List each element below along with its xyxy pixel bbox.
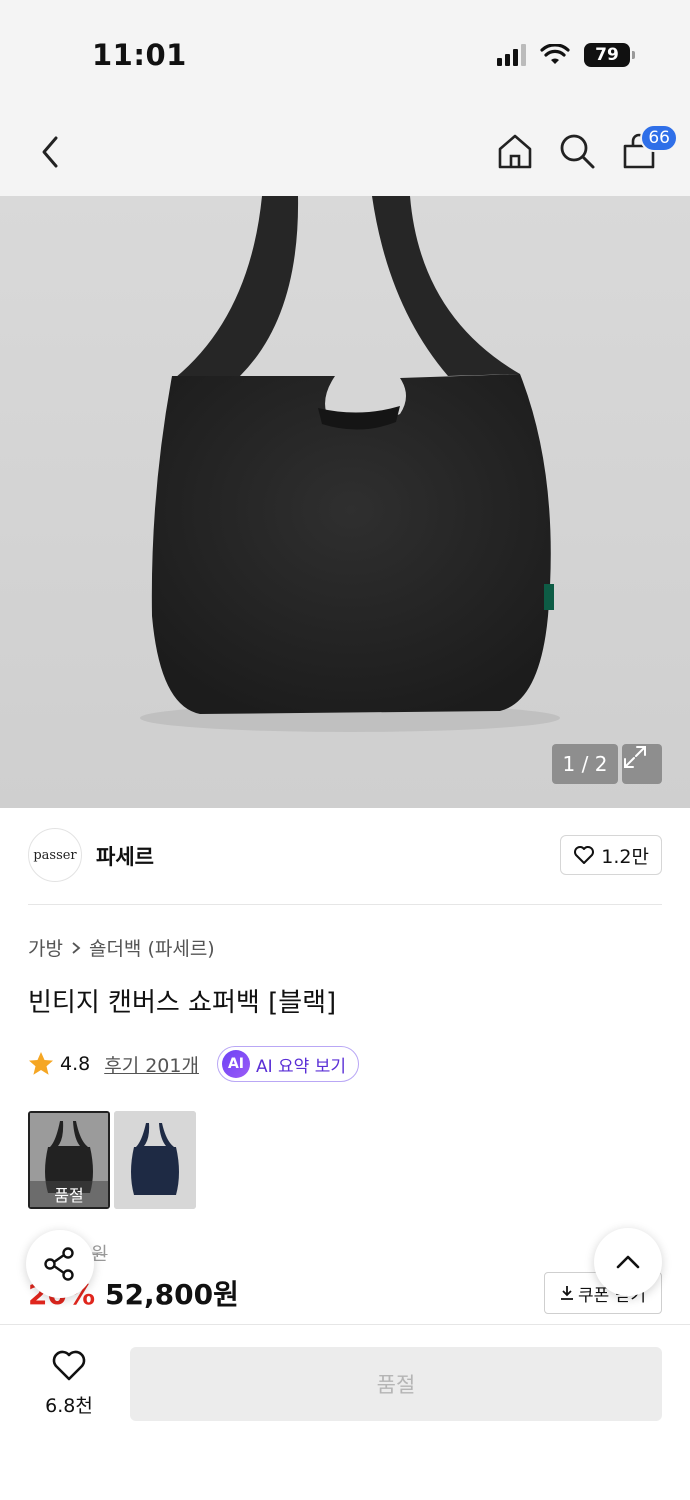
scroll-top-icon <box>616 1255 640 1269</box>
rating-row: 4.8 후기 201개 AI AI 요약 보기 <box>28 1046 359 1082</box>
ai-badge: AI <box>221 1050 250 1078</box>
breadcrumb-item[interactable]: 가방 <box>28 934 63 961</box>
navy-bag-thumbnail <box>114 1111 196 1209</box>
brand-like-button[interactable]: 1.2만 <box>560 835 662 875</box>
product-title: 빈티지 캔버스 쇼퍼백 [블랙] <box>28 988 337 1018</box>
expand-icon <box>624 746 646 768</box>
expand-button[interactable] <box>622 744 662 784</box>
soldout-label: 품절 <box>30 1181 108 1207</box>
status-icons: 79 <box>497 43 635 67</box>
ai-summary-label: AI 요약 보기 <box>255 1056 346 1077</box>
wifi-icon <box>540 44 570 64</box>
cart-button[interactable]: 66 <box>616 124 678 174</box>
breadcrumb: 가방 숄더백 (파세르) <box>28 934 215 961</box>
heart-icon <box>574 846 595 864</box>
battery-icon: 79 <box>584 43 635 67</box>
back-chevron-icon <box>42 136 58 168</box>
share-button[interactable] <box>26 1230 94 1298</box>
status-bar: 11:01 79 <box>0 0 690 110</box>
bottom-action-bar: 6.8천 품절 <box>0 1324 690 1500</box>
image-counter: 1 / 2 <box>552 744 618 784</box>
brand-logo[interactable]: passer <box>28 828 82 882</box>
sale-price: 52,800원 <box>105 1278 239 1311</box>
star-icon <box>29 1052 53 1075</box>
product-photo <box>140 196 560 732</box>
breadcrumb-item[interactable]: 숄더백 (파세르) <box>89 934 215 961</box>
home-button[interactable] <box>492 128 538 174</box>
share-icon <box>44 1247 74 1281</box>
scroll-top-button[interactable] <box>594 1228 662 1296</box>
signal-icon <box>497 44 526 66</box>
rating-value: 4.8 <box>60 1053 91 1075</box>
color-option-navy[interactable] <box>114 1111 196 1209</box>
back-button[interactable] <box>28 130 72 174</box>
home-icon <box>498 134 532 169</box>
color-option-black[interactable]: 품절 <box>28 1111 110 1209</box>
wish-button[interactable]: 6.8천 <box>30 1349 108 1418</box>
search-icon <box>560 134 595 169</box>
cart-count-badge: 66 <box>640 124 678 152</box>
download-icon <box>561 1286 574 1300</box>
search-button[interactable] <box>554 128 600 174</box>
chevron-right-icon <box>72 941 81 954</box>
soldout-buy-button[interactable]: 품절 <box>130 1347 662 1421</box>
top-nav: 66 <box>0 110 690 196</box>
ai-summary-button[interactable]: AI AI 요약 보기 <box>216 1046 359 1082</box>
review-link[interactable]: 후기 201개 <box>104 1051 199 1078</box>
product-image-gallery[interactable]: 1 / 2 <box>0 196 690 808</box>
brand-name[interactable]: 파세르 <box>96 841 154 871</box>
brand-row[interactable]: passer 파세르 1.2만 <box>28 828 662 884</box>
brand-like-count: 1.2만 <box>601 845 649 868</box>
status-time: 11:01 <box>92 38 187 72</box>
heart-icon <box>52 1350 86 1381</box>
divider <box>28 904 662 905</box>
wish-count: 6.8천 <box>45 1395 93 1417</box>
